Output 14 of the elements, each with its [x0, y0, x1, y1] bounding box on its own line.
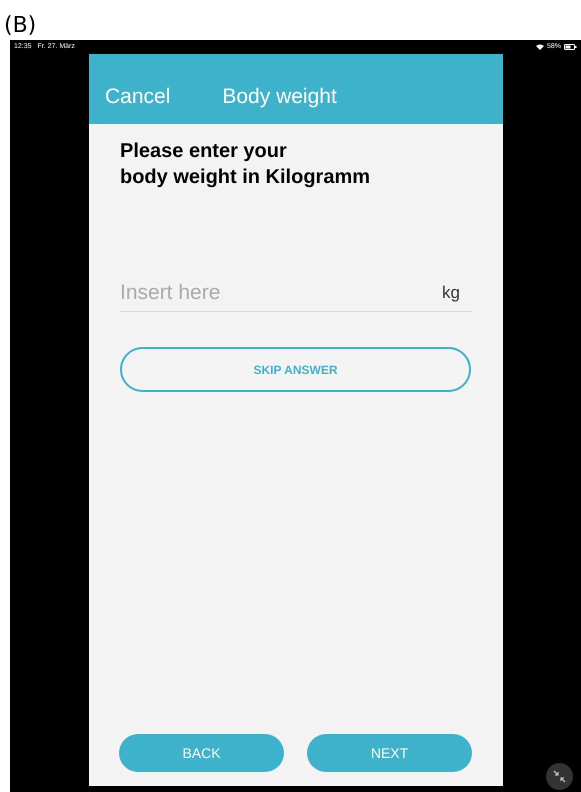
collapse-arrows-icon: [553, 770, 566, 783]
skip-answer-button[interactable]: SKIP ANSWER: [120, 347, 471, 392]
question-text: body weight in Kilogramm: [120, 165, 372, 190]
figure-label: (B): [4, 12, 36, 40]
battery-icon: [564, 44, 577, 50]
question-text: Please enter your: [120, 139, 288, 164]
cancel-button[interactable]: Cancel: [105, 80, 170, 112]
dialog-title: Body weight: [222, 84, 337, 110]
back-button[interactable]: BACK: [119, 734, 284, 772]
weight-input-field[interactable]: Insert here: [120, 276, 370, 308]
next-button[interactable]: NEXT: [307, 734, 472, 772]
wifi-icon: [536, 44, 544, 50]
collapse-button[interactable]: [546, 763, 573, 790]
unit-label: kg: [442, 282, 460, 304]
